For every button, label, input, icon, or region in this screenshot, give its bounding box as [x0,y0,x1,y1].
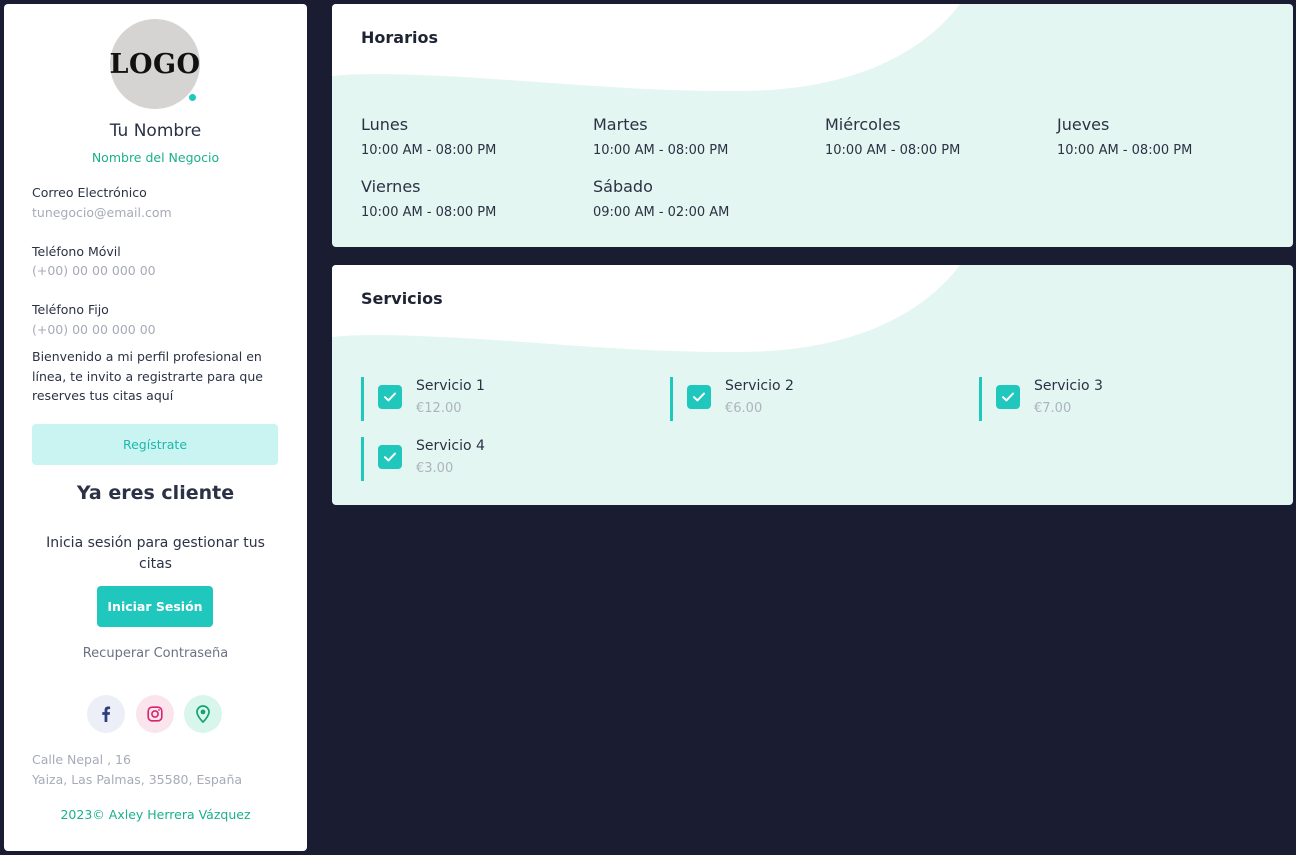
hours-title: Horarios [361,28,438,47]
day-name: Miércoles [825,115,901,134]
day-hours: 10:00 AM - 08:00 PM [825,143,961,158]
mobile-value: (+00) 00 00 000 00 [32,263,156,278]
service-checkbox[interactable] [996,385,1020,409]
address-line-1: Calle Nepal , 16 [32,752,131,767]
client-title: Ya eres cliente [76,482,235,504]
service-item: Servicio 3 €7.00 [979,377,1259,421]
day-name: Sábado [593,177,653,196]
day-name: Jueves [1057,115,1110,134]
service-checkbox[interactable] [378,445,402,469]
register-button[interactable]: Regístrate [32,424,278,465]
avatar: LOGO [109,19,201,109]
service-price: €7.00 [1034,401,1072,416]
service-name: Servicio 1 [416,378,485,394]
service-price: €6.00 [725,401,763,416]
profile-name: Tu Nombre [109,121,202,141]
card-wave-decoration [332,265,960,353]
check-icon [1002,392,1014,402]
check-icon [384,392,396,402]
service-item: Servicio 1 €12.00 [361,377,641,421]
location-button[interactable] [184,695,222,733]
service-name: Servicio 3 [1034,378,1103,394]
day-hours: 10:00 AM - 08:00 PM [361,205,497,220]
day-hours: 09:00 AM - 02:00 AM [593,205,730,220]
check-icon [693,392,705,402]
day-hours: 10:00 AM - 08:00 PM [361,143,497,158]
landline-label: Teléfono Fijo [32,302,109,317]
service-price: €3.00 [416,461,454,476]
map-pin-icon [196,705,210,723]
service-item: Servicio 2 €6.00 [670,377,950,421]
mobile-label: Teléfono Móvil [32,244,121,259]
email-label: Correo Electrónico [32,185,147,200]
day-hours: 10:00 AM - 08:00 PM [1057,143,1193,158]
facebook-icon [102,706,111,722]
online-status-dot [187,92,198,103]
services-title: Servicios [361,289,443,308]
facebook-button[interactable] [87,695,125,733]
instagram-button[interactable] [136,695,174,733]
day-name: Lunes [361,115,409,134]
address-line-2: Yaiza, Las Palmas, 35580, España [32,772,243,787]
day-name: Viernes [361,177,421,196]
card-wave-decoration [332,4,960,92]
day-name: Martes [593,115,648,134]
welcome-text: Bienvenido a mi perfil profesional en lí… [32,349,263,403]
service-item: Servicio 4 €3.00 [361,437,641,481]
service-checkbox[interactable] [687,385,711,409]
logo-text: LOGO [109,48,201,80]
check-icon [384,452,396,462]
copyright: 2023© Axley Herrera Vázquez [60,807,251,822]
service-price: €12.00 [416,401,462,416]
hours-card: Horarios Lunes 10:00 AM - 08:00 PM Marte… [332,4,1293,247]
profile-sidebar: LOGO Tu Nombre Nombre del Negocio Correo… [4,4,307,851]
business-name: Nombre del Negocio [91,150,220,165]
login-prompt: Inicia sesión para gestionar tus citas [46,535,265,572]
recover-password-link[interactable]: Recuperar Contraseña [4,646,307,661]
instagram-icon [147,706,163,722]
login-button[interactable]: Iniciar Sesión [97,586,213,627]
landline-value: (+00) 00 00 000 00 [32,322,156,337]
day-hours: 10:00 AM - 08:00 PM [593,143,729,158]
service-checkbox[interactable] [378,385,402,409]
email-value: tunegocio@email.com [32,205,172,220]
services-card: Servicios Servicio 1 €12.00 Servicio 2 €… [332,265,1293,505]
service-name: Servicio 4 [416,438,485,454]
service-name: Servicio 2 [725,378,794,394]
